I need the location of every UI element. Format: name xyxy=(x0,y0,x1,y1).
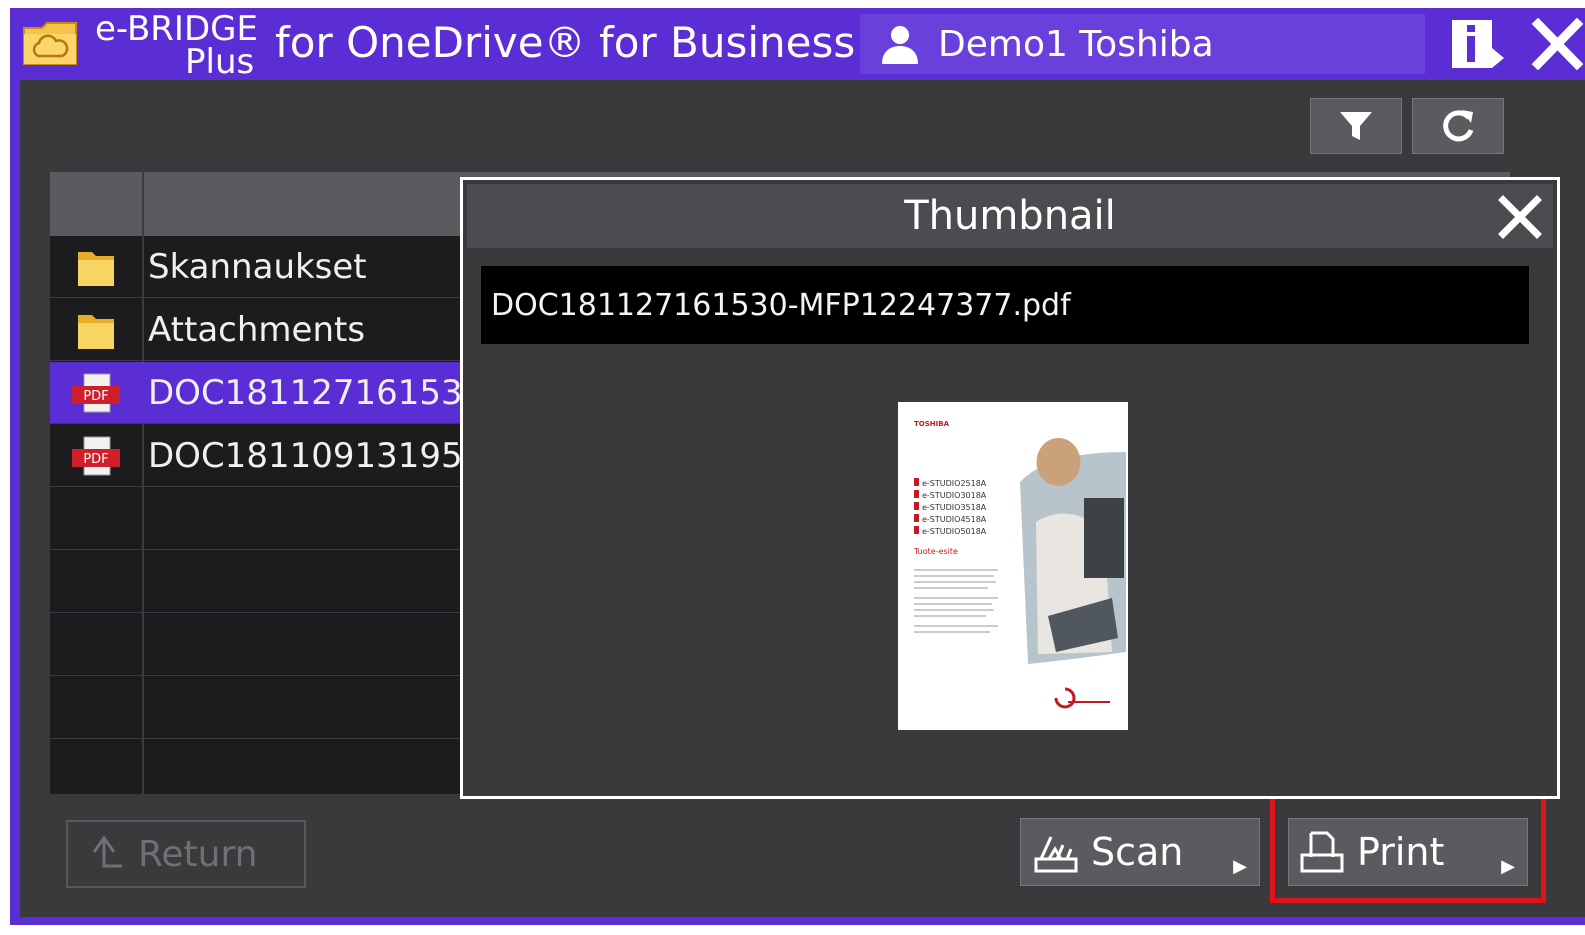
dialog-header: Thumbnail xyxy=(467,184,1553,248)
print-icon xyxy=(1300,831,1344,873)
refresh-button[interactable] xyxy=(1412,98,1504,154)
svg-text:PDF: PDF xyxy=(83,452,108,467)
user-name: Demo1 Toshiba xyxy=(938,23,1214,65)
pdf-icon: PDF xyxy=(72,373,120,413)
return-label: Return xyxy=(138,833,258,875)
preview-brand: TOSHIBA xyxy=(914,420,950,428)
dropdown-arrow-icon: ▶ xyxy=(1233,856,1247,877)
refresh-icon xyxy=(1443,110,1474,142)
close-icon[interactable] xyxy=(1530,18,1585,70)
user-box[interactable]: Demo1 Toshiba xyxy=(860,14,1425,74)
app-subtitle: for OneDrive® for Business xyxy=(275,18,856,67)
preview-model: e-STUDIO2518A xyxy=(922,479,987,488)
info-icon[interactable] xyxy=(1450,18,1506,70)
user-icon xyxy=(882,26,918,64)
folder-icon xyxy=(78,315,114,349)
thumbnail-filename: DOC181127161530-MFP12247377.pdf xyxy=(481,266,1529,344)
document-preview-image: TOSHIBA e-STUDIO2518A e-STUDIO3018A e-ST… xyxy=(913,420,1126,709)
preview-model: e-STUDIO3518A xyxy=(922,503,987,512)
return-arrow-icon xyxy=(92,835,122,868)
row-label: Attachments xyxy=(148,310,366,350)
row-label: DOC18110913195 xyxy=(148,436,463,476)
row-label: Skannaukset xyxy=(148,247,367,287)
return-button[interactable]: Return xyxy=(66,820,306,888)
folder-icon xyxy=(78,252,114,286)
document-preview: TOSHIBA e-STUDIO2518A e-STUDIO3018A e-ST… xyxy=(898,402,1128,730)
print-label: Print xyxy=(1357,830,1445,874)
scan-icon xyxy=(1034,836,1078,873)
filter-icon xyxy=(1340,112,1372,140)
app-window: e-BRIDGE Plus for OneDrive® for Business… xyxy=(10,8,1585,925)
filter-button[interactable] xyxy=(1310,98,1402,154)
preview-model: e-STUDIO5018A xyxy=(922,527,987,536)
close-icon[interactable] xyxy=(1497,194,1543,240)
pdf-icon: PDF xyxy=(72,436,120,476)
title-bar: e-BRIDGE Plus for OneDrive® for Business… xyxy=(10,8,1585,80)
scan-label: Scan xyxy=(1091,830,1184,874)
scan-button[interactable]: Scan ▶ xyxy=(1020,818,1260,886)
svg-text:PDF: PDF xyxy=(83,389,108,404)
brand-line2: Plus xyxy=(185,42,255,82)
print-button[interactable]: Print ▶ xyxy=(1288,818,1528,886)
thumbnail-dialog: Thumbnail DOC181127161530-MFP12247377.pd… xyxy=(460,177,1560,799)
preview-model: e-STUDIO4518A xyxy=(922,515,987,524)
folder-cloud-logo-icon xyxy=(23,22,77,65)
dialog-title: Thumbnail xyxy=(904,193,1116,239)
row-label: DOC18112716153 xyxy=(148,373,463,413)
preview-model: e-STUDIO3018A xyxy=(922,491,987,500)
dropdown-arrow-icon: ▶ xyxy=(1501,856,1515,877)
preview-heading: Tuote-esite xyxy=(913,547,958,556)
